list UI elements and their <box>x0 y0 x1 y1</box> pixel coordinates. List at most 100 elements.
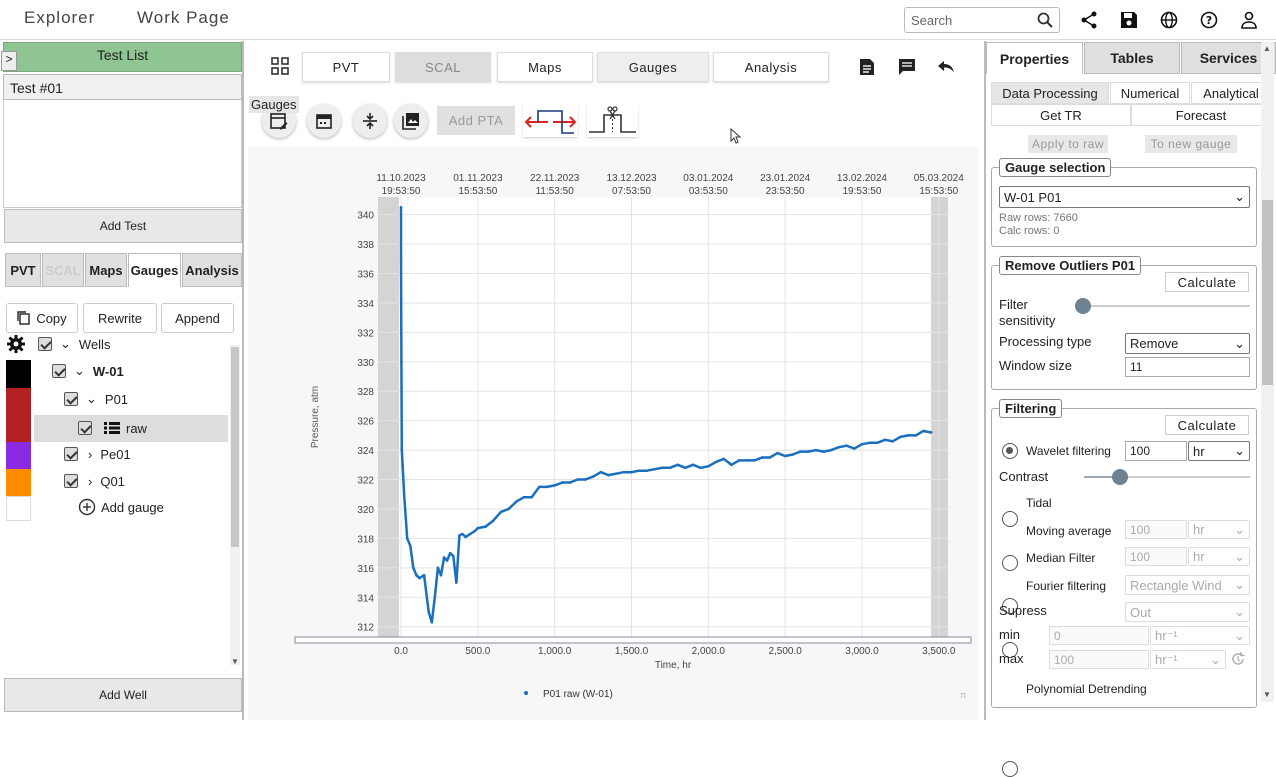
test-item[interactable]: Test #01 <box>3 74 242 100</box>
subtab-numerical[interactable]: Numerical <box>1110 82 1190 104</box>
left-tab-scal[interactable]: SCAL <box>42 253 84 287</box>
wavelet-unit-select[interactable]: hr ⌄ <box>1188 441 1250 461</box>
moving-average-input[interactable]: 100 <box>1125 520 1187 539</box>
pe01-checkbox[interactable] <box>64 447 78 461</box>
subtab-analytical[interactable]: Analytical <box>1191 82 1271 104</box>
refresh-icon[interactable] <box>1230 651 1246 670</box>
contrast-slider[interactable] <box>1112 469 1128 485</box>
window-size-input[interactable]: 11 <box>1125 357 1250 377</box>
left-tab-gauges[interactable]: Gauges <box>128 253 181 287</box>
w01-checkbox[interactable] <box>52 364 66 378</box>
tree-row-pe01[interactable]: › Pe01 <box>64 441 224 467</box>
rewrite-button[interactable]: Rewrite <box>83 303 157 333</box>
search-icon[interactable] <box>1037 12 1053 28</box>
wavelet-radio[interactable] <box>1002 443 1018 459</box>
apply-to-raw-button[interactable]: Apply to raw <box>1028 135 1108 153</box>
scroll-up-icon[interactable]: ▲ <box>1263 44 1271 53</box>
tree-row-q01[interactable]: › Q01 <box>64 468 224 494</box>
add-test-button[interactable]: Add Test <box>4 209 242 243</box>
pressure-chart[interactable]: 0.0 500.0 1,000.0 1,500.0 2,000.0 2,500.0 3,00… <box>248 147 978 720</box>
help-icon[interactable]: ? <box>1198 9 1220 31</box>
max-unit-select[interactable]: hr⁻¹ ⌄ <box>1150 650 1226 669</box>
search-input[interactable]: Search <box>904 7 1060 33</box>
filter-sensitivity-slider[interactable] <box>1075 298 1091 314</box>
to-new-gauge-button[interactable]: To new gauge <box>1145 135 1237 153</box>
supress-select[interactable]: Out ⌄ <box>1125 602 1250 622</box>
calendar-tool[interactable] <box>307 104 341 138</box>
chevron-down-icon[interactable]: ⌄ <box>74 363 85 379</box>
cut-tool[interactable] <box>587 105 638 137</box>
outliers-calculate-button[interactable]: Calculate <box>1165 272 1249 292</box>
color-swatch[interactable] <box>6 496 31 521</box>
document-icon[interactable] <box>859 58 875 79</box>
subtab-data-processing[interactable]: Data Processing <box>991 82 1109 104</box>
gauge-select[interactable]: W-01 P01 ⌄ <box>999 186 1250 208</box>
chevron-right-icon[interactable]: › <box>88 474 92 489</box>
color-swatch[interactable] <box>6 415 31 442</box>
tab-gauges[interactable]: Gauges <box>597 52 709 82</box>
tree-row-w01[interactable]: ⌄ W-01 <box>52 358 222 384</box>
shift-tool[interactable] <box>523 105 578 137</box>
gear-icon[interactable] <box>6 334 26 354</box>
globe-icon[interactable] <box>1158 9 1180 31</box>
user-icon[interactable] <box>1238 9 1260 31</box>
filter-sensitivity-track[interactable] <box>1080 305 1250 307</box>
p01-checkbox[interactable] <box>64 392 78 406</box>
compress-tool[interactable] <box>353 104 387 138</box>
tree-row-wells[interactable]: ⌄ Wells <box>4 331 228 357</box>
resize-handle-icon[interactable]: π <box>960 690 966 700</box>
median-input[interactable]: 100 <box>1125 547 1187 566</box>
min-unit-select[interactable]: hr⁻¹ ⌄ <box>1150 626 1250 645</box>
chevron-right-icon[interactable]: › <box>88 447 92 462</box>
copy-button[interactable]: Copy <box>6 303 78 333</box>
tab-scal[interactable]: SCAL <box>395 52 491 82</box>
tab-pvt[interactable]: PVT <box>302 52 390 82</box>
subtab-forecast[interactable]: Forecast <box>1131 104 1271 126</box>
color-swatch[interactable] <box>6 360 31 388</box>
add-well-button[interactable]: Add Well <box>4 678 242 712</box>
left-tab-pvt[interactable]: PVT <box>5 253 41 287</box>
comment-icon[interactable] <box>898 58 916 79</box>
tab-properties[interactable]: Properties <box>986 42 1083 74</box>
grid-icon[interactable] <box>271 57 289 78</box>
wavelet-value-input[interactable]: 100 <box>1125 441 1187 461</box>
tree-row-raw[interactable]: raw <box>78 415 228 441</box>
left-tab-maps[interactable]: Maps <box>85 253 127 287</box>
left-tab-analysis[interactable]: Analysis <box>182 253 242 287</box>
tree-row-p01[interactable]: ⌄ P01 <box>64 386 224 412</box>
append-button[interactable]: Append <box>161 303 234 333</box>
left-scrollbar-thumb[interactable] <box>231 347 239 547</box>
undo-icon[interactable] <box>937 59 955 78</box>
tab-analysis[interactable]: Analysis <box>713 52 829 82</box>
processing-type-select[interactable]: Remove ⌄ <box>1125 333 1250 354</box>
tidal-radio[interactable] <box>1002 511 1018 527</box>
chevron-down-icon[interactable]: ⌄ <box>86 391 97 407</box>
fourier-window-select[interactable]: Rectangle Wind ⌄ <box>1125 575 1250 595</box>
add-gauge-button[interactable]: Add gauge <box>78 494 228 520</box>
collapse-panel-button[interactable]: > <box>1 51 17 71</box>
polynomial-radio[interactable] <box>1002 761 1018 777</box>
tab-work-page[interactable]: Work Page <box>137 8 230 28</box>
color-swatch[interactable] <box>6 469 31 496</box>
tab-maps[interactable]: Maps <box>497 52 593 82</box>
min-input[interactable]: 0 <box>1049 626 1149 645</box>
image-tool[interactable] <box>394 104 428 138</box>
color-swatch[interactable] <box>6 388 31 415</box>
right-scrollbar-thumb[interactable] <box>1262 200 1273 385</box>
add-pta-button[interactable]: Add PTA <box>437 106 515 135</box>
save-icon[interactable] <box>1118 9 1140 31</box>
chevron-down-icon[interactable]: ⌄ <box>60 336 71 352</box>
median-unit-select[interactable]: hr ⌄ <box>1188 547 1250 566</box>
subtab-get-tr[interactable]: Get TR <box>991 104 1131 126</box>
scroll-down-icon[interactable]: ▼ <box>1263 690 1271 699</box>
moving-average-radio[interactable] <box>1002 555 1018 571</box>
tab-explorer[interactable]: Explorer <box>24 8 95 28</box>
filtering-calculate-button[interactable]: Calculate <box>1165 415 1249 435</box>
raw-checkbox[interactable] <box>78 421 92 435</box>
color-swatch[interactable] <box>6 442 31 469</box>
wells-checkbox[interactable] <box>38 337 52 351</box>
share-icon[interactable] <box>1078 9 1100 31</box>
max-input[interactable]: 100 <box>1049 650 1149 669</box>
scroll-down-icon[interactable]: ▼ <box>231 657 239 666</box>
q01-checkbox[interactable] <box>64 474 78 488</box>
